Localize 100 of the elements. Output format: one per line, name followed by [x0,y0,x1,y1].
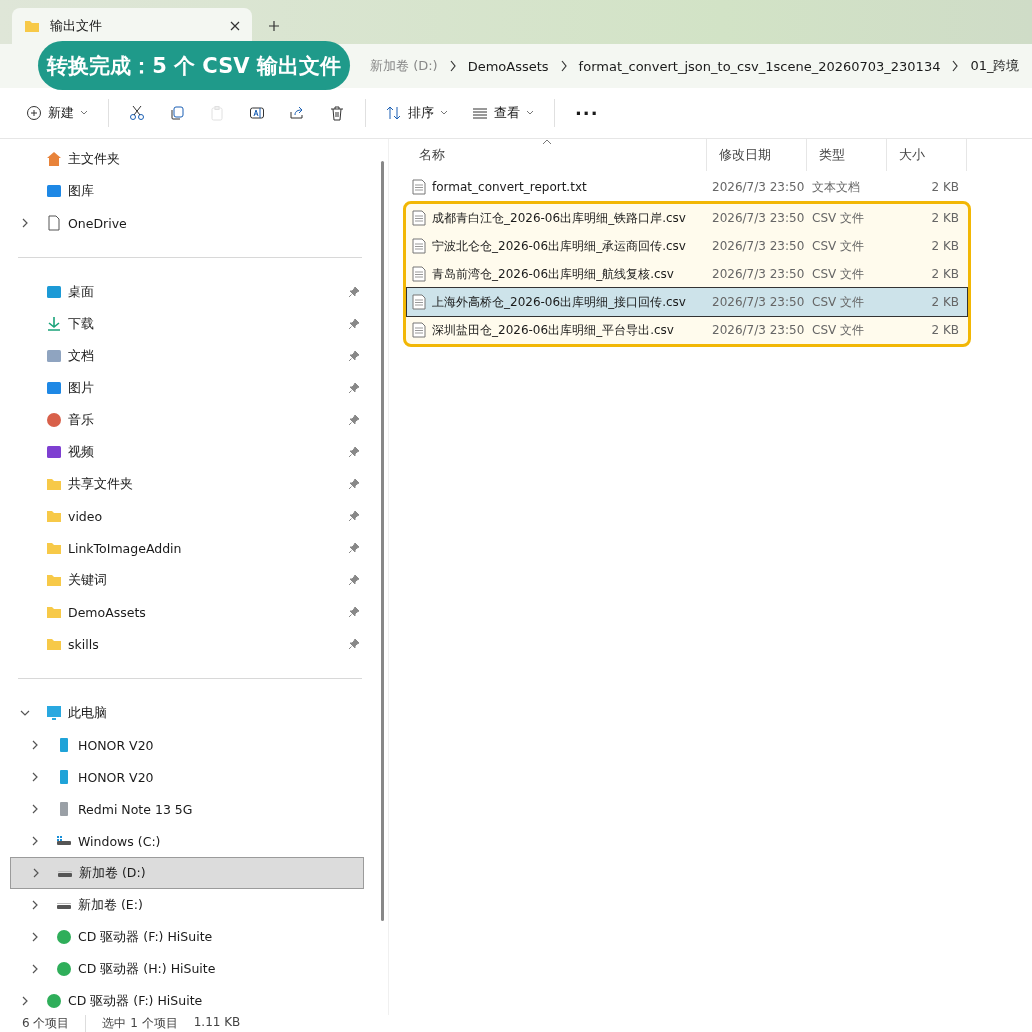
breadcrumb[interactable]: 新加卷 (D:) [370,57,438,75]
pin-icon[interactable] [348,318,360,330]
tab-title: 输出文件 [50,17,103,35]
folder-icon [46,636,62,652]
new-tab-icon[interactable] [268,20,280,32]
pin-icon[interactable] [348,446,360,458]
sidebar-item[interactable]: CD 驱动器 (H:) HiSuite [18,953,364,985]
chevron-icon[interactable] [30,836,40,846]
pin-icon[interactable] [348,478,360,490]
scissors-icon [129,105,145,121]
more-button[interactable]: ··· [565,96,609,130]
sidebar-item[interactable]: 音乐 [18,404,364,436]
sidebar-item[interactable]: OneDrive [18,207,364,239]
breadcrumb[interactable]: DemoAssets [467,58,549,74]
cd-icon [56,929,72,945]
sidebar-item[interactable]: 新加卷 (E:) [18,889,364,921]
chevron-icon[interactable] [30,804,40,814]
drive-icon [57,868,73,878]
folder-icon [46,604,62,620]
file-row[interactable]: 青岛前湾仓_2026-06出库明细_航线复核.csv 2026/7/3 23:50 CSV 文件 2 KB [407,260,967,288]
breadcrumb[interactable]: 01_跨境 [970,57,1020,75]
file-row[interactable]: 成都青白江仓_2026-06出库明细_铁路口岸.csv 2026/7/3 23:50 CSV 文件 2 KB [407,204,967,232]
column-header[interactable]: 名称 [407,139,707,171]
chevron-icon[interactable] [30,932,40,942]
column-header[interactable]: 大小 [887,139,967,171]
chevron-icon [951,60,960,72]
sidebar-item[interactable]: video [18,500,364,532]
cd-icon [46,993,62,1009]
sidebar-item[interactable]: 文档 [18,340,364,372]
scrollbar[interactable] [381,161,384,921]
pin-icon[interactable] [348,510,360,522]
status-text: 选中 1 个项目 [85,1015,178,1032]
share-icon [289,105,305,121]
caret-icon [526,110,534,116]
caret-icon [440,110,448,116]
folder-icon [46,508,62,524]
sidebar-item[interactable]: 共享文件夹 [18,468,364,500]
pin-icon[interactable] [348,606,360,618]
chevron-icon[interactable] [20,996,30,1006]
status-text: 1.11 KB [193,1015,241,1031]
drive-icon [56,836,72,846]
file-row[interactable]: 深圳盐田仓_2026-06出库明细_平台导出.csv 2026/7/3 23:50 CSV 文件 2 KB [407,316,967,344]
close-icon[interactable] [230,21,240,31]
new-button[interactable]: 新建 [16,98,98,128]
sidebar-item[interactable]: 关键词 [18,564,364,596]
chevron-icon[interactable] [30,740,40,750]
pin-icon[interactable] [348,350,360,362]
sidebar-item[interactable]: CD 驱动器 (F:) HiSuite [18,921,364,953]
view-button[interactable]: 查看 [462,98,544,128]
sort-caret-icon [542,139,552,145]
sidebar-item[interactable]: 视频 [18,436,364,468]
sidebar-item[interactable]: skills [18,628,364,660]
sidebar-item[interactable]: 此电脑 [18,697,364,729]
pc-icon [46,705,62,721]
cd-icon [56,961,72,977]
sidebar-item[interactable]: DemoAssets [18,596,364,628]
chevron-icon[interactable] [30,772,40,782]
text-file-icon [412,294,426,310]
column-header[interactable]: 类型 [807,139,887,171]
sidebar-item[interactable]: 图库 [18,175,364,207]
trash-icon [329,105,345,121]
lines-icon [472,105,488,121]
window-tab[interactable]: 输出文件 [12,8,252,44]
sidebar-item[interactable]: HONOR V20 [18,761,364,793]
folder-icon [46,572,62,588]
file-row[interactable]: 上海外高桥仓_2026-06出库明细_接口回传.csv 2026/7/3 23:50 CSV 文件 2 KB [407,288,967,316]
sidebar-item[interactable]: HONOR V20 [18,729,364,761]
sort-button[interactable]: 排序 [376,98,458,128]
sidebar-item[interactable]: 主文件夹 [18,143,364,175]
sort-arrows-icon [386,105,402,121]
chevron-icon[interactable] [30,964,40,974]
drive-icon [56,900,72,910]
chevron-icon[interactable] [20,218,30,228]
sidebar-item[interactable]: CD 驱动器 (F:) HiSuite [18,985,364,1017]
rename-icon [249,105,265,121]
sidebar-item[interactable]: 桌面 [18,276,364,308]
folder-icon [46,476,62,492]
pin-icon[interactable] [348,542,360,554]
pin-icon[interactable] [348,286,360,298]
sidebar-item[interactable]: Redmi Note 13 5G [18,793,364,825]
pin-icon[interactable] [348,382,360,394]
file-row[interactable]: format_convert_report.txt 2026/7/3 23:50 文本文档 2 KB [407,173,1032,201]
chevron-icon[interactable] [20,708,30,718]
file-row[interactable]: 宁波北仑仓_2026-06出库明细_承运商回传.csv 2026/7/3 23:50 CSV 文件 2 KB [407,232,967,260]
chevron-icon[interactable] [31,868,41,878]
sidebar-item[interactable]: 下载 [18,308,364,340]
sidebar-item[interactable]: 图片 [18,372,364,404]
sidebar-item[interactable]: LinkToImageAddin [18,532,364,564]
pin-icon[interactable] [348,638,360,650]
breadcrumb[interactable]: format_convert_json_to_csv_1scene_20260703_230134 [578,58,941,74]
plus-circle-icon [26,105,42,121]
sidebar-item[interactable]: Windows (C:) [18,825,364,857]
pin-icon[interactable] [348,414,360,426]
column-header[interactable]: 修改日期 [707,139,807,171]
copy-icon [169,105,185,121]
pin-icon[interactable] [348,574,360,586]
chevron-icon[interactable] [30,900,40,910]
sidebar-item[interactable]: 新加卷 (D:) [10,857,364,889]
address-bar[interactable]: 新加卷 (D:) DemoAssets format_convert_json_to_csv_1scene_20260703_230134 01_跨境 [360,51,1030,81]
clipboard-icon [209,105,225,121]
